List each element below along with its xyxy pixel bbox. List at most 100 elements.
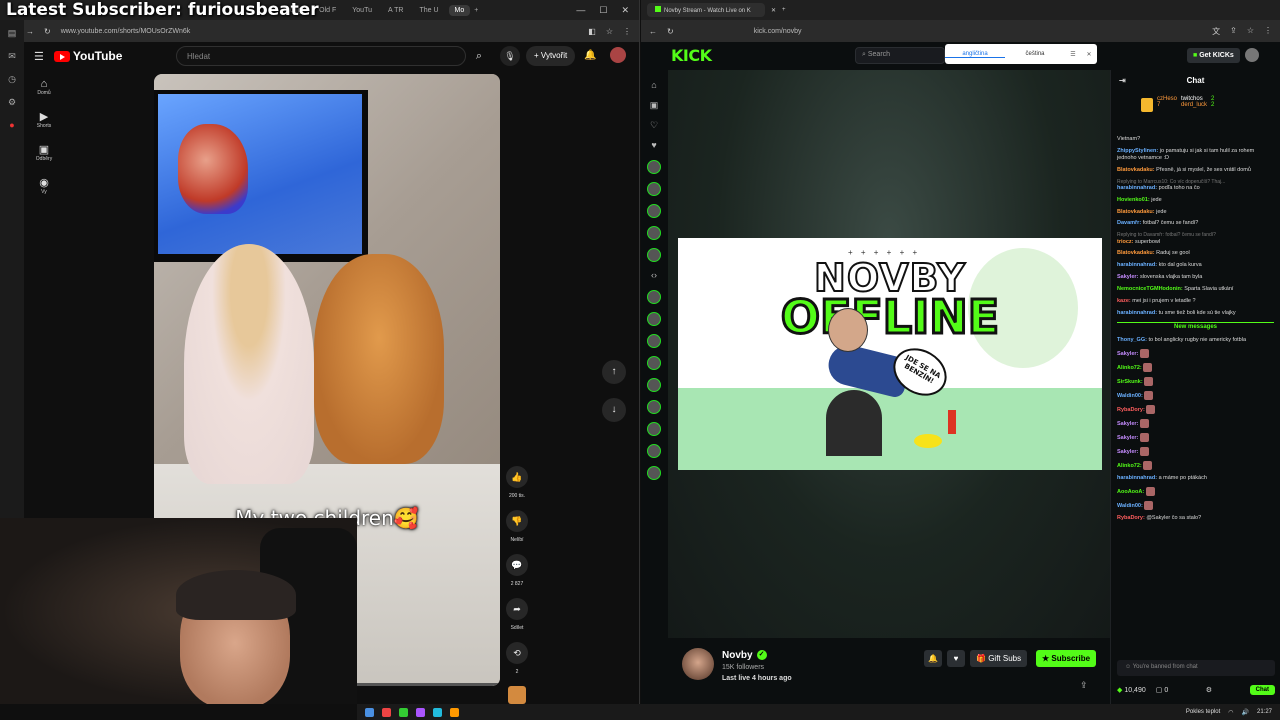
chat-username[interactable]: RybaDory: (1117, 515, 1145, 521)
chat-username[interactable]: Sakyler: (1117, 435, 1138, 441)
tabs-icon[interactable]: ▤ (8, 28, 17, 39)
recommended-channel-avatar[interactable] (647, 400, 661, 414)
search-input[interactable]: ⌕ Search (855, 47, 945, 64)
chat-username[interactable]: Sakyler: (1117, 351, 1138, 357)
chat-input[interactable]: ☺ You're banned from chat (1117, 660, 1275, 676)
settings-icon[interactable]: ⚙ (8, 97, 16, 108)
chat-username[interactable]: Blatovkadaku: (1117, 209, 1155, 215)
chat-settings-icon[interactable]: ⚙ (1206, 686, 1212, 694)
recommended-channel-avatar[interactable] (647, 290, 661, 304)
close-icon[interactable]: ✕ (621, 5, 629, 16)
weather-widget[interactable]: Pokles teplot (1186, 709, 1220, 715)
app-icon[interactable]: ● (9, 120, 14, 130)
notifications-bell-icon[interactable]: 🔔 (584, 46, 596, 66)
tab-active[interactable]: Mo (448, 4, 471, 16)
followed-channel-avatar[interactable] (647, 182, 661, 196)
search-icon[interactable]: ⌕ (466, 46, 492, 66)
taskbar-app-icon[interactable] (365, 707, 374, 717)
collapse-chat-icon[interactable]: ⇥ (1119, 70, 1126, 92)
taskbar-app-icon[interactable] (416, 707, 425, 717)
chat-username[interactable]: harabinnahrad: (1117, 310, 1157, 316)
followed-channel-avatar[interactable] (647, 204, 661, 218)
get-kicks-button[interactable]: Get KICKs (1187, 48, 1240, 63)
lang-option-czech[interactable]: čeština (1005, 51, 1065, 57)
tab[interactable]: The U (413, 5, 444, 16)
chat-username[interactable]: Blatovkadaku: (1117, 167, 1155, 173)
lang-option-english[interactable]: angličtina (945, 51, 1005, 58)
remix-button[interactable]: ⟲ (506, 642, 528, 664)
back-icon[interactable]: ← (649, 27, 657, 36)
dislike-button[interactable]: 👎 (506, 510, 528, 532)
forward-icon[interactable]: → (26, 27, 34, 36)
popup-close-icon[interactable]: ✕ (1081, 51, 1097, 58)
chat-username[interactable]: Sakyler: (1117, 274, 1138, 280)
menu-icon[interactable]: ⋮ (623, 27, 631, 36)
guide-item-you[interactable]: ◉ Vy (39, 176, 49, 195)
clock[interactable]: 21:27 (1257, 709, 1272, 715)
chat-username[interactable]: harabinnahrad: (1117, 475, 1157, 481)
search-input[interactable]: Hledat (176, 46, 466, 66)
notifications-bell-icon[interactable]: 🔔 (924, 650, 942, 667)
chat-username[interactable]: Alinko72: (1117, 463, 1142, 469)
bookmark-icon[interactable]: ☆ (606, 27, 613, 36)
chat-username[interactable]: Hovienko01: (1117, 197, 1150, 203)
subscribe-button[interactable]: ★ Subscribe (1036, 650, 1097, 667)
avatar[interactable] (610, 47, 626, 63)
chat-username[interactable]: Davamřr: (1117, 220, 1141, 226)
channel-name[interactable]: Novby ✓ (722, 650, 767, 661)
channel-avatar[interactable] (682, 648, 714, 680)
chat-username[interactable]: Blatovkadaku: (1117, 250, 1155, 256)
stream-player[interactable]: + + + + + + NOVBY OFFLINE JDE SE NA BENZ… (668, 70, 1110, 638)
chat-username[interactable]: SirSkunk: (1117, 379, 1143, 385)
recommended-channel-avatar[interactable] (647, 378, 661, 392)
browse-icon[interactable]: ▣ (650, 100, 659, 112)
tab-close-icon[interactable]: ✕ (771, 7, 776, 14)
history-icon[interactable]: ◷ (8, 74, 16, 85)
gift-subs-button[interactable]: 🎁 Gift Subs (970, 650, 1028, 667)
tab[interactable]: A TR (382, 5, 409, 16)
chat-username[interactable]: harabinnahrad: (1117, 262, 1157, 268)
extension-icon[interactable]: ◧ (588, 27, 596, 36)
comments-button[interactable]: 💬 (506, 554, 528, 576)
chat-username[interactable]: Sakyler: (1117, 449, 1138, 455)
avatar[interactable] (1245, 48, 1259, 62)
favorites-icon[interactable]: ♥ (651, 140, 656, 152)
recommended-channel-avatar[interactable] (647, 422, 661, 436)
chat-send-button[interactable]: Chat (1249, 685, 1275, 695)
taskbar-app-icon[interactable] (382, 707, 391, 717)
followed-channel-avatar[interactable] (647, 226, 661, 240)
taskbar-app-icon[interactable] (433, 707, 442, 717)
guide-item-subscriptions[interactable]: ▣ Odběry (36, 143, 52, 162)
chat-username[interactable]: Thony_GG: (1117, 337, 1147, 343)
wifi-icon[interactable]: ◠ (1228, 709, 1233, 716)
follow-heart-icon[interactable]: ♥ (947, 650, 965, 667)
sound-thumbnail[interactable] (508, 686, 526, 704)
followed-channel-avatar[interactable] (647, 248, 661, 262)
microphone-icon[interactable]: 🎙 (500, 46, 520, 66)
chat-username[interactable]: RybaDory: (1117, 407, 1145, 413)
kick-logo[interactable]: KICK (671, 46, 712, 65)
taskbar-app-icon[interactable] (399, 707, 408, 717)
next-short-button[interactable]: ↓ (602, 398, 626, 422)
popup-menu-icon[interactable]: ☰ (1065, 51, 1081, 58)
chat-username[interactable]: Sakyler: (1117, 421, 1138, 427)
followed-channel-avatar[interactable] (647, 160, 661, 174)
guide-item-shorts[interactable]: ▶ Shorts (37, 110, 51, 129)
recommended-channel-avatar[interactable] (647, 444, 661, 458)
maximize-icon[interactable]: ☐ (599, 5, 607, 16)
recommended-channel-avatar[interactable] (647, 466, 661, 480)
youtube-logo[interactable]: YouTube (53, 49, 122, 63)
create-button[interactable]: + Vytvořit (526, 46, 576, 66)
chat-username[interactable]: Waldin00: (1117, 503, 1143, 509)
recommended-channel-avatar[interactable] (647, 312, 661, 326)
url-field[interactable]: www.youtube.com/shorts/MOUsOrZWn6k (61, 28, 321, 35)
url-field[interactable]: kick.com/novby (754, 28, 994, 35)
translate-icon[interactable]: 文 (1212, 26, 1220, 37)
bookmark-icon[interactable]: ☆ (1247, 26, 1254, 37)
share-button[interactable]: ➦ (506, 598, 528, 620)
new-tab-icon[interactable]: + (782, 7, 786, 13)
chat-username[interactable]: AooAooA: (1117, 489, 1144, 495)
chat-icon[interactable]: ✉ (8, 51, 16, 62)
home-icon[interactable]: ⌂ (651, 80, 656, 92)
expand-icon[interactable]: ‹› (651, 270, 657, 282)
